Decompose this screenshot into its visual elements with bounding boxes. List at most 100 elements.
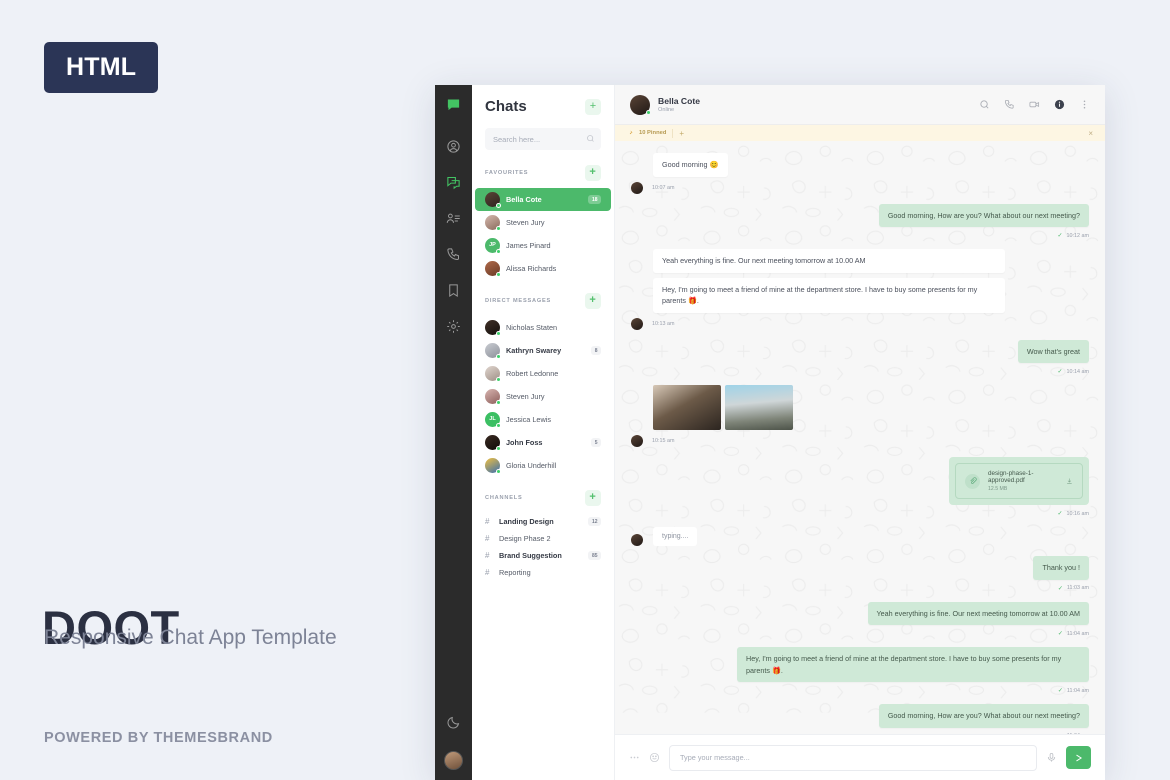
channel-row[interactable]: # Reporting (475, 564, 611, 581)
rail-item-chats[interactable] (439, 167, 469, 197)
message-time: 10:12 am (1066, 232, 1089, 239)
message-meta: ✓ 10:16 am (949, 510, 1089, 518)
close-pinned-icon[interactable]: × (1088, 129, 1093, 138)
message-bubble[interactable]: Yeah everything is fine. Our next meetin… (653, 249, 1005, 273)
send-button[interactable] (1066, 746, 1091, 769)
chat-row[interactable]: JP James Pinard (475, 234, 611, 257)
channel-row[interactable]: # Design Phase 2 (475, 530, 611, 547)
avatar (485, 215, 501, 231)
chat-row[interactable]: Robert Ledonne (475, 362, 611, 385)
online-dot (496, 331, 501, 336)
channel-row[interactable]: # Landing Design 12 (475, 513, 611, 530)
download-icon[interactable] (1066, 477, 1073, 485)
rail-item-bookmarks[interactable] (439, 275, 469, 305)
info-circle-icon[interactable] (1054, 99, 1065, 110)
message-bubble[interactable]: Yeah everything is fine. Our next meetin… (867, 601, 1089, 626)
message-meta: 10:15 am (631, 435, 793, 448)
message-row: Yeah everything is fine. Our next meetin… (631, 601, 1089, 637)
message-meta: ✓ 11:04 am (879, 733, 1089, 734)
rail-item-calls[interactable] (439, 239, 469, 269)
message-input[interactable] (669, 744, 1037, 771)
chat-row[interactable]: Steven Jury (475, 211, 611, 234)
message-bubble[interactable]: Thank you ! (1033, 556, 1089, 580)
avatar: JP (485, 238, 501, 254)
more-vertical-icon[interactable] (1079, 99, 1090, 110)
icon-rail (435, 85, 472, 780)
channel-row[interactable]: # Brand Suggestion 85 (475, 547, 611, 564)
chats-title: Chats (485, 98, 527, 115)
phone-call-icon[interactable] (1004, 99, 1015, 110)
video-camera-icon[interactable] (1029, 99, 1040, 110)
direct-messages-list: Nicholas Staten Kathryn Swarey 8 Robert … (472, 316, 614, 477)
typing-indicator: typing.... (653, 527, 698, 547)
add-direct-message-button[interactable]: + (585, 293, 601, 309)
online-dot (496, 400, 501, 405)
microphone-icon[interactable] (1046, 752, 1057, 763)
chat-row[interactable]: JL Jessica Lewis (475, 408, 611, 431)
add-channel-button[interactable]: + (585, 490, 601, 506)
file-message-bubble[interactable]: design-phase-1-approved.pdf 12.5 MB (949, 457, 1089, 506)
sender-avatar (631, 181, 643, 194)
search-icon[interactable] (979, 99, 990, 110)
image-thumbnail[interactable] (653, 385, 721, 431)
rail-item-theme-toggle[interactable] (439, 707, 469, 737)
rail-user-avatar[interactable] (444, 751, 463, 770)
emoji-smile-icon[interactable] (649, 752, 660, 763)
chat-row[interactable]: Gloria Underhill (475, 454, 611, 477)
message-row: typing.... (631, 527, 1089, 547)
message-bubble[interactable]: Good morning 😊 (653, 153, 728, 177)
chat-row[interactable]: John Foss 5 (475, 431, 611, 454)
chat-row[interactable]: Alissa Richards (475, 257, 611, 280)
search-wrapper (472, 128, 614, 150)
online-dot (496, 377, 501, 382)
user-circle-icon (447, 139, 460, 153)
contact-avatar[interactable] (630, 94, 651, 115)
chats-panel: Chats + FAVOURITES + Bella Cote 18 (472, 85, 615, 780)
message-meta: ✓ 10:14 am (1018, 368, 1089, 376)
add-chat-button[interactable]: + (585, 98, 601, 115)
unread-badge: 85 (588, 551, 601, 560)
conversation-actions (979, 99, 1090, 110)
conversation-panel: Bella Cote Online 10 Pinned + × Good mor… (615, 85, 1105, 780)
search-icon (587, 135, 594, 142)
add-pinned-button[interactable]: + (672, 128, 684, 138)
online-dot (496, 469, 501, 474)
add-favourite-button[interactable]: + (585, 165, 601, 181)
section-label: CHANNELS (485, 495, 523, 501)
sender-avatar (631, 534, 643, 547)
chat-row[interactable]: Nicholas Staten (475, 316, 611, 339)
more-horizontal-icon[interactable] (629, 752, 640, 763)
avatar: JL (485, 412, 501, 428)
chat-row[interactable]: Steven Jury (475, 385, 611, 408)
image-attachments (653, 385, 793, 431)
message-bubble[interactable]: Good morning, How are you? What about ou… (878, 704, 1089, 728)
message-time: 10:16 am (1066, 510, 1089, 517)
unread-badge: 18 (588, 195, 601, 204)
message-bubble[interactable]: Hey, I'm going to meet a friend of mine … (737, 647, 1089, 683)
message-bubble[interactable]: Good morning, How are you? What about ou… (878, 203, 1089, 228)
rail-item-settings[interactable] (439, 311, 469, 341)
message-time: 11:04 am (1066, 687, 1089, 694)
chat-name: Kathryn Swarey (506, 346, 562, 355)
file-name: design-phase-1-approved.pdf (988, 470, 1034, 485)
avatar (485, 343, 501, 359)
chat-row[interactable]: Kathryn Swarey 8 (475, 339, 611, 362)
chat-row[interactable]: Bella Cote 18 (475, 188, 611, 211)
message-side: design-phase-1-approved.pdf 12.5 MB ✓ 10… (949, 457, 1089, 517)
rail-item-contacts[interactable] (439, 203, 469, 233)
unread-badge: 12 (588, 517, 601, 526)
online-dot (496, 272, 501, 277)
chat-name: Alissa Richards (506, 264, 557, 273)
chat-name: Robert Ledonne (506, 369, 559, 378)
rail-item-profile[interactable] (439, 131, 469, 161)
search-input[interactable] (485, 128, 601, 150)
chat-name: Steven Jury (506, 392, 545, 401)
message-bubble[interactable]: Hey, I'm going to meet a friend of mine … (653, 277, 1005, 313)
message-bubble[interactable]: Wow that's great (1017, 339, 1089, 364)
message-time: 11:04 am (1067, 733, 1089, 734)
chat-name: John Foss (506, 438, 543, 447)
message-list: Good morning 😊 10:07 am Good morning, Ho… (615, 141, 1105, 734)
hash-icon: # (485, 534, 490, 543)
channel-name: Brand Suggestion (499, 551, 562, 560)
image-thumbnail[interactable] (725, 385, 793, 431)
